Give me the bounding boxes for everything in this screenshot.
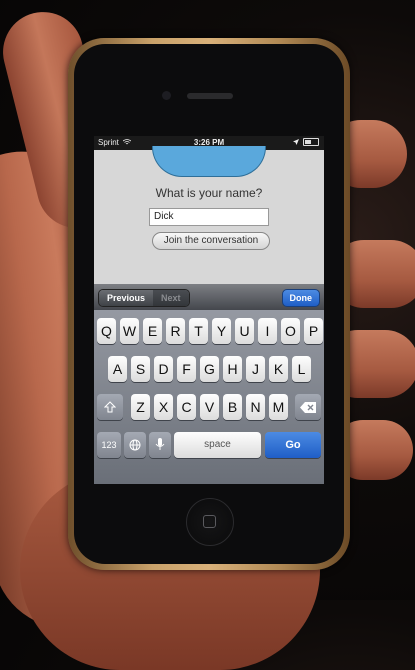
key-p[interactable]: P	[304, 318, 323, 344]
key-o[interactable]: O	[281, 318, 300, 344]
key-x[interactable]: X	[154, 394, 173, 420]
home-button[interactable]	[186, 498, 234, 546]
next-button[interactable]: Next	[153, 290, 189, 306]
key-h[interactable]: H	[223, 356, 242, 382]
key-q[interactable]: Q	[97, 318, 116, 344]
key-k[interactable]: K	[269, 356, 288, 382]
key-l[interactable]: L	[292, 356, 311, 382]
key-v[interactable]: V	[200, 394, 219, 420]
key-b[interactable]: B	[223, 394, 242, 420]
name-question: What is your name?	[155, 186, 263, 200]
phone-front: Sprint 3:26 PM What is your name? Dick J…	[74, 44, 344, 564]
prev-next-control: Previous Next	[98, 289, 190, 307]
shift-icon	[103, 401, 117, 413]
keyboard: Q W E R T Y U I O P A S D F G H J K L Z …	[94, 310, 324, 484]
home-square-icon	[203, 515, 216, 528]
join-conversation-button[interactable]: Join the conversation	[152, 232, 270, 250]
done-button[interactable]: Done	[281, 289, 320, 307]
front-camera	[162, 91, 171, 100]
key-n[interactable]: N	[246, 394, 265, 420]
numbers-key[interactable]: 123	[97, 432, 121, 458]
key-c[interactable]: C	[177, 394, 196, 420]
status-right	[293, 138, 319, 146]
earpiece-speaker	[187, 93, 233, 99]
key-j[interactable]: J	[246, 356, 265, 382]
shift-key[interactable]	[97, 394, 123, 420]
key-i[interactable]: I	[258, 318, 277, 344]
key-y[interactable]: Y	[212, 318, 231, 344]
key-g[interactable]: G	[200, 356, 219, 382]
globe-icon	[129, 439, 141, 451]
key-a[interactable]: A	[108, 356, 127, 382]
location-arrow-icon	[293, 139, 299, 145]
key-z[interactable]: Z	[131, 394, 150, 420]
key-s[interactable]: S	[131, 356, 150, 382]
iphone-body: Sprint 3:26 PM What is your name? Dick J…	[68, 38, 350, 570]
key-t[interactable]: T	[189, 318, 208, 344]
key-d[interactable]: D	[154, 356, 173, 382]
microphone-key[interactable]	[149, 432, 171, 458]
space-key[interactable]: space	[174, 432, 261, 458]
app-logo-shape	[152, 146, 266, 177]
key-m[interactable]: M	[269, 394, 288, 420]
key-u[interactable]: U	[235, 318, 254, 344]
name-input[interactable]: Dick	[149, 208, 269, 226]
key-w[interactable]: W	[120, 318, 139, 344]
keyboard-toolbar: Previous Next Done	[94, 284, 324, 310]
previous-button[interactable]: Previous	[99, 290, 154, 306]
globe-key[interactable]	[124, 432, 146, 458]
delete-key[interactable]	[295, 394, 321, 420]
key-r[interactable]: R	[166, 318, 185, 344]
phone-screen: Sprint 3:26 PM What is your name? Dick J…	[94, 136, 324, 484]
battery-icon	[303, 138, 319, 146]
backspace-icon	[300, 402, 316, 413]
microphone-icon	[155, 438, 165, 450]
key-f[interactable]: F	[177, 356, 196, 382]
key-e[interactable]: E	[143, 318, 162, 344]
go-key[interactable]: Go	[265, 432, 321, 458]
